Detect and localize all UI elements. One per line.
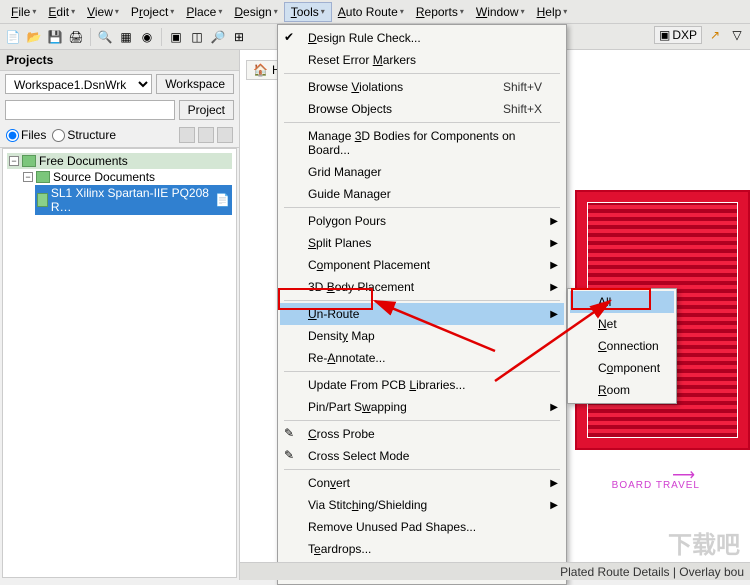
- mi-via-stitching[interactable]: Via Stitching/Shielding▶: [280, 494, 564, 516]
- right-toolbar: ▣ DXP ↗ ▽: [654, 26, 746, 44]
- mi-grid-manager[interactable]: Grid Manager: [280, 161, 564, 183]
- zoom-icon[interactable]: 🔍: [96, 28, 114, 46]
- mi-component-placement[interactable]: Component Placement▶: [280, 254, 564, 276]
- tool-icon-3[interactable]: 🔎: [209, 28, 227, 46]
- save-icon[interactable]: 💾: [46, 28, 64, 46]
- folder-icon: [36, 171, 50, 183]
- tree-label: Free Documents: [39, 154, 128, 168]
- pcb-file-icon: [37, 193, 48, 207]
- workspace-button[interactable]: Workspace: [156, 74, 234, 94]
- menu-reports[interactable]: Reports▾: [410, 3, 470, 21]
- folder-icon: [22, 155, 36, 167]
- arrow-icon[interactable]: ↗: [706, 26, 724, 44]
- smi-net[interactable]: Net: [570, 313, 674, 335]
- structure-radio[interactable]: Structure: [52, 128, 116, 142]
- mi-split-planes[interactable]: Split Planes▶: [280, 232, 564, 254]
- mi-browse-violations[interactable]: Browse ViolationsShift+V: [280, 76, 564, 98]
- menu-help[interactable]: Help▾: [531, 3, 574, 21]
- menu-tools[interactable]: Tools▾: [284, 2, 332, 22]
- probe-icon: ✎: [284, 426, 300, 442]
- smi-room[interactable]: Room: [570, 379, 674, 401]
- home-icon: 🏠: [253, 63, 268, 77]
- mi-pin-part-swapping[interactable]: Pin/Part Swapping▶: [280, 396, 564, 418]
- menubar: File▾ Edit▾ View▾ Project▾ Place▾ Design…: [0, 0, 750, 24]
- dxp-button[interactable]: ▣ DXP: [654, 26, 702, 44]
- layers-icon[interactable]: ▦: [117, 28, 135, 46]
- tool-icon-4[interactable]: ⊞: [230, 28, 248, 46]
- panel-icon-2[interactable]: [198, 127, 214, 143]
- mi-re-annotate[interactable]: Re-Annotate...: [280, 347, 564, 369]
- tools-dropdown: ✔Design Rule Check... Reset Error Marker…: [277, 24, 567, 585]
- status-text: Plated Route Details | Overlay bou: [560, 565, 744, 579]
- select-icon: ✎: [284, 448, 300, 464]
- projects-panel-title: Projects: [0, 50, 239, 71]
- status-bar: Plated Route Details | Overlay bou: [240, 562, 750, 580]
- collapse-icon[interactable]: −: [23, 172, 33, 182]
- mi-convert[interactable]: Convert▶: [280, 472, 564, 494]
- tree-folder[interactable]: − Source Documents: [21, 169, 232, 185]
- project-tree: − Free Documents − Source Documents SL1 …: [2, 148, 237, 578]
- files-radio[interactable]: Files: [6, 128, 46, 142]
- smi-connection[interactable]: Connection: [570, 335, 674, 357]
- unroute-submenu: All Net Connection Component Room: [567, 288, 677, 404]
- smi-component[interactable]: Component: [570, 357, 674, 379]
- menu-project[interactable]: Project▾: [125, 3, 180, 21]
- tool-icon-1[interactable]: ▣: [167, 28, 185, 46]
- tree-label: SL1 Xilinx Spartan-IIE PQ208 R…: [51, 186, 212, 214]
- panel-icon-1[interactable]: [179, 127, 195, 143]
- tool-icon-2[interactable]: ◫: [188, 28, 206, 46]
- collapse-icon[interactable]: −: [9, 156, 19, 166]
- project-path-input[interactable]: [5, 100, 175, 120]
- smi-all[interactable]: All: [570, 291, 674, 313]
- tree-file-selected[interactable]: SL1 Xilinx Spartan-IIE PQ208 R… 📄: [35, 185, 232, 215]
- mi-design-rule-check[interactable]: ✔Design Rule Check...: [280, 27, 564, 49]
- menu-view[interactable]: View▾: [81, 3, 125, 21]
- board-travel-label: BOARD TRAVEL: [612, 480, 700, 491]
- mi-manage-3d-bodies[interactable]: Manage 3D Bodies for Components on Board…: [280, 125, 564, 161]
- tree-label: Source Documents: [53, 170, 155, 184]
- menu-design[interactable]: Design▾: [228, 3, 283, 21]
- print-icon[interactable]: 🖨: [67, 28, 85, 46]
- panel-icon-3[interactable]: [217, 127, 233, 143]
- mi-cross-probe[interactable]: ✎Cross Probe: [280, 423, 564, 445]
- workspace-select[interactable]: Workspace1.DsnWrk: [5, 74, 152, 94]
- mi-3d-body-placement[interactable]: 3D Body Placement▶: [280, 276, 564, 298]
- mi-update-from-pcb-libraries[interactable]: Update From PCB Libraries...: [280, 374, 564, 396]
- menu-file[interactable]: File▾: [5, 3, 42, 21]
- tree-root[interactable]: − Free Documents: [7, 153, 232, 169]
- project-button[interactable]: Project: [179, 100, 234, 120]
- doc-icon: 📄: [215, 193, 230, 207]
- new-icon[interactable]: 📄: [4, 28, 22, 46]
- mi-guide-manager[interactable]: Guide Manager: [280, 183, 564, 205]
- menu-place[interactable]: Place▾: [180, 3, 228, 21]
- drc-icon: ✔: [284, 30, 300, 46]
- menu-window[interactable]: Window▾: [470, 3, 531, 21]
- mi-browse-objects[interactable]: Browse ObjectsShift+X: [280, 98, 564, 120]
- filter-icon[interactable]: ▽: [728, 26, 746, 44]
- mi-reset-error-markers[interactable]: Reset Error Markers: [280, 49, 564, 71]
- mi-un-route[interactable]: Un-Route▶: [280, 303, 564, 325]
- watermark: 下载吧: [668, 525, 740, 560]
- projects-panel: Projects Workspace1.DsnWrk Workspace Pro…: [0, 50, 240, 580]
- mi-polygon-pours[interactable]: Polygon Pours▶: [280, 210, 564, 232]
- menu-auto-route[interactable]: Auto Route▾: [332, 3, 410, 21]
- open-icon[interactable]: 📂: [25, 28, 43, 46]
- mi-density-map[interactable]: Density Map: [280, 325, 564, 347]
- mi-remove-unused-pad-shapes[interactable]: Remove Unused Pad Shapes...: [280, 516, 564, 538]
- mi-cross-select-mode[interactable]: ✎Cross Select Mode: [280, 445, 564, 467]
- mi-teardrops[interactable]: Teardrops...: [280, 538, 564, 560]
- 3d-icon[interactable]: ◉: [138, 28, 156, 46]
- menu-edit[interactable]: Edit▾: [42, 3, 81, 21]
